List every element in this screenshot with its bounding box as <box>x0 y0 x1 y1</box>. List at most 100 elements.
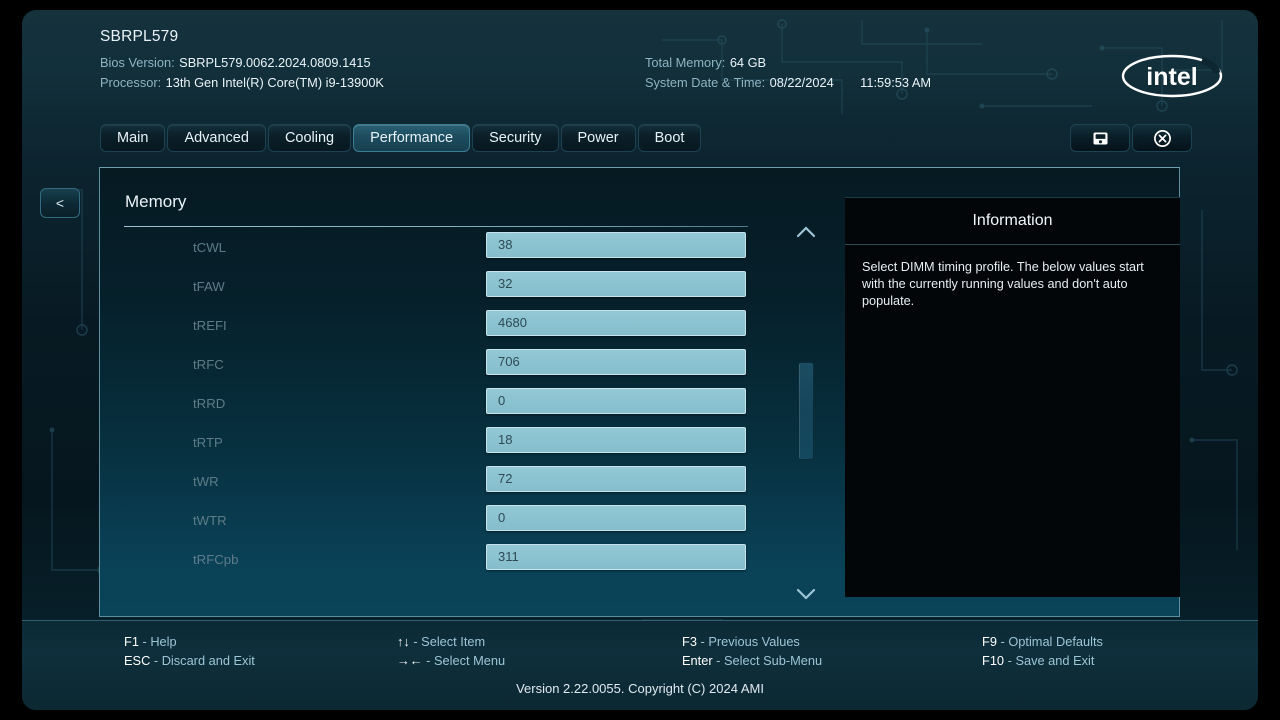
help-key-sep: - <box>696 634 709 649</box>
setting-input[interactable]: 0 <box>486 505 746 531</box>
tab-bar: Main Advanced Cooling Performance Securi… <box>100 124 702 152</box>
help-key-name: ESC <box>124 653 151 668</box>
help-key-desc: Help <box>150 634 177 649</box>
help-key-f10: F10 - Save and Exit <box>982 651 1103 670</box>
tab-security[interactable]: Security <box>472 124 559 152</box>
save-icon <box>1093 132 1107 144</box>
footer: F1 - Help ESC - Discard and Exit ↑↓ - Se… <box>22 620 1258 710</box>
footer-column-3: F3 - Previous Values Enter - Select Sub-… <box>682 632 822 670</box>
help-key-name: F1 <box>124 634 139 649</box>
setting-label: tWR <box>193 474 219 489</box>
save-button[interactable] <box>1070 124 1130 152</box>
help-key-desc: Select Item <box>421 634 486 649</box>
version-text: Version 2.22.0055. Copyright (C) 2024 AM… <box>516 681 764 696</box>
scroll-down-icon[interactable] <box>794 586 818 602</box>
setting-row-tcwl: tCWL 38 <box>100 230 800 269</box>
settings-scrollbar <box>786 220 826 602</box>
help-key-desc: Select Sub-Menu <box>723 653 823 668</box>
settings-list: tCWL 38 tFAW 32 tREFI 4680 tRFC 706 tRRD… <box>100 230 800 581</box>
information-body: Select DIMM timing profile. The below va… <box>862 260 1144 308</box>
information-title: Information <box>845 198 1180 245</box>
setting-input[interactable]: 706 <box>486 349 746 375</box>
page-title: Memory <box>125 192 187 211</box>
help-key-name: F9 <box>982 634 997 649</box>
setting-label: tREFI <box>193 318 227 333</box>
help-key-sep: - <box>1004 653 1016 668</box>
scrollbar-thumb[interactable] <box>798 362 814 460</box>
footer-column-4: F9 - Optimal Defaults F10 - Save and Exi… <box>982 632 1103 670</box>
help-key-desc: Save and Exit <box>1015 653 1095 668</box>
setting-label: tFAW <box>193 279 225 294</box>
help-key-arrows-leftright: →← - Select Menu <box>397 651 505 670</box>
setting-row-trtp: tRTP 18 <box>100 425 800 464</box>
setting-label: tRFC <box>193 357 224 372</box>
setting-row-trfc: tRFC 706 <box>100 347 800 386</box>
tab-main[interactable]: Main <box>100 124 166 152</box>
setting-label: tRTP <box>193 435 223 450</box>
close-circle-icon <box>1153 129 1171 147</box>
help-key-desc: Discard and Exit <box>161 653 255 668</box>
help-key-desc: Select Menu <box>433 653 506 668</box>
total-memory-row: Total Memory: 64 GB <box>645 53 931 73</box>
help-key-sep: - <box>409 634 422 649</box>
header: SBRPL579 Bios Version: SBRPL579.0062.202… <box>22 10 1258 114</box>
content-panel: Memory tCWL 38 tFAW 32 tREFI 4680 tRFC 7… <box>99 167 1180 617</box>
help-key-sep: - <box>422 653 434 668</box>
tab-performance[interactable]: Performance <box>353 124 471 152</box>
help-key-f3: F3 - Previous Values <box>682 632 822 651</box>
help-key-esc: ESC - Discard and Exit <box>124 651 255 670</box>
setting-input[interactable]: 18 <box>486 427 746 453</box>
help-key-desc: Previous Values <box>708 634 800 649</box>
section-divider <box>124 226 748 227</box>
setting-row-twr: tWR 72 <box>100 464 800 503</box>
footer-column-2: ↑↓ - Select Item →← - Select Menu <box>397 632 505 670</box>
footer-help-keys: F1 - Help ESC - Discard and Exit ↑↓ - Se… <box>22 632 1258 674</box>
help-key-sep: - <box>712 653 724 668</box>
help-key-name: ↑↓ <box>397 634 410 649</box>
information-panel: Information Select DIMM timing profile. … <box>845 197 1180 597</box>
setting-input[interactable]: 311 <box>486 544 746 570</box>
help-key-f1: F1 - Help <box>124 632 255 651</box>
tab-advanced[interactable]: Advanced <box>167 124 266 152</box>
back-button[interactable]: < <box>40 188 80 218</box>
help-key-sep: - <box>996 634 1009 649</box>
setting-label: tRFCpb <box>193 552 239 567</box>
scrollbar-track[interactable] <box>798 244 814 580</box>
processor-row: Processor: 13th Gen Intel(R) Core(TM) i9… <box>100 73 384 93</box>
setting-input[interactable]: 72 <box>486 466 746 492</box>
system-time-value: 11:59:53 AM <box>860 75 932 90</box>
footer-column-1: F1 - Help ESC - Discard and Exit <box>124 632 255 670</box>
bios-setup-screen: SBRPL579 Bios Version: SBRPL579.0062.202… <box>22 10 1258 710</box>
tab-power[interactable]: Power <box>560 124 636 152</box>
setting-row-trrd: tRRD 0 <box>100 386 800 425</box>
setting-input[interactable]: 32 <box>486 271 746 297</box>
help-key-sep: - <box>150 653 162 668</box>
processor-value: 13th Gen Intel(R) Core(TM) i9-13900K <box>165 75 384 90</box>
setting-input[interactable]: 4680 <box>486 310 746 336</box>
help-key-desc: Optimal Defaults <box>1008 634 1103 649</box>
total-memory-value: 64 GB <box>729 55 767 70</box>
setting-row-twtr: tWTR 0 <box>100 503 800 542</box>
help-key-name: Enter <box>682 653 713 668</box>
exit-button[interactable] <box>1132 124 1192 152</box>
header-right-column: Total Memory: 64 GB System Date & Time: … <box>645 53 931 93</box>
scroll-up-icon[interactable] <box>794 224 818 240</box>
help-key-sep: - <box>138 634 151 649</box>
setting-row-tfaw: tFAW 32 <box>100 269 800 308</box>
processor-label: Processor: <box>100 75 162 90</box>
intel-logo-text: intel <box>1146 63 1197 91</box>
help-key-enter: Enter - Select Sub-Menu <box>682 651 822 670</box>
intel-logo: intel <box>1121 54 1223 98</box>
toolbar <box>1070 124 1192 152</box>
tab-boot[interactable]: Boot <box>637 124 702 152</box>
help-key-name: F3 <box>682 634 697 649</box>
setting-input[interactable]: 0 <box>486 388 746 414</box>
setting-row-trfcpb: tRFCpb 311 <box>100 542 800 581</box>
system-datetime-label: System Date & Time: <box>645 75 766 90</box>
setting-input[interactable]: 38 <box>486 232 746 258</box>
tab-cooling[interactable]: Cooling <box>267 124 352 152</box>
bios-version-label: Bios Version: <box>100 55 175 70</box>
bios-version-row: Bios Version: SBRPL579.0062.2024.0809.14… <box>100 53 384 73</box>
system-datetime-row: System Date & Time: 08/22/2024 11:59:53 … <box>645 73 931 93</box>
total-memory-label: Total Memory: <box>645 55 726 70</box>
